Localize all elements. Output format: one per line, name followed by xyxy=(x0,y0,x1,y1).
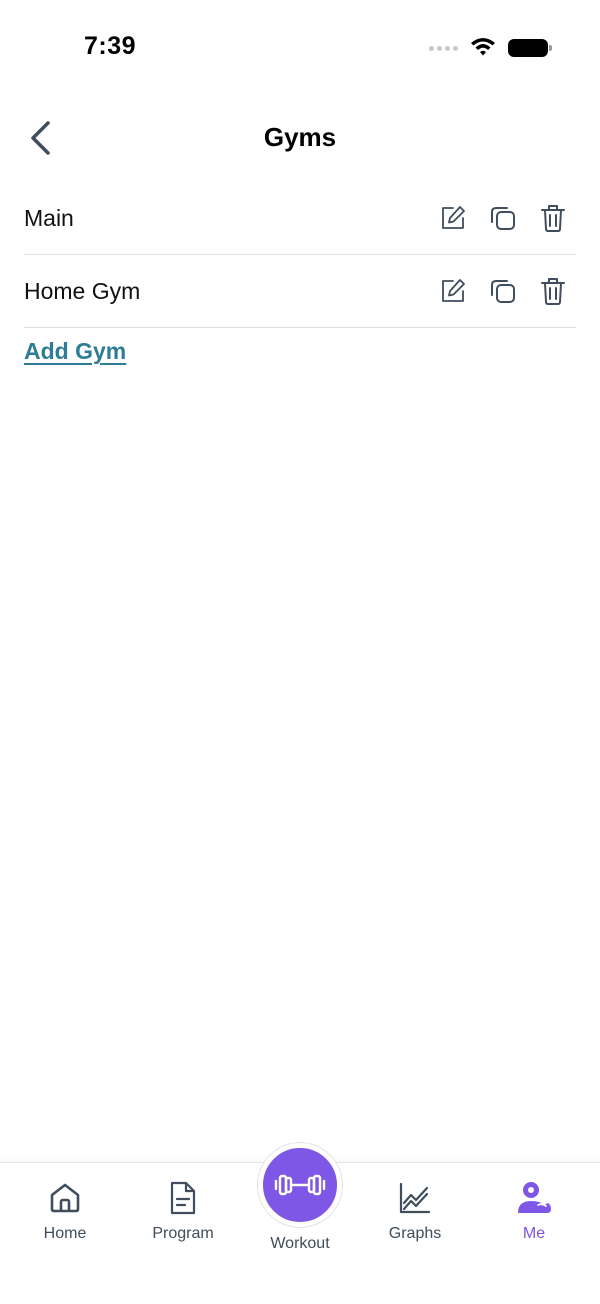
edit-icon xyxy=(442,279,465,302)
page-title: Gyms xyxy=(263,122,337,152)
bottom-tab-bar: Home Program Workout Graphs Me xyxy=(0,1143,600,1304)
copy-icon xyxy=(491,280,515,303)
add-gym-link[interactable]: Add Gym xyxy=(24,338,126,365)
row-actions xyxy=(438,203,568,233)
tab-graphs[interactable]: Graphs xyxy=(355,1181,475,1243)
row-actions xyxy=(438,276,568,306)
line-chart-icon xyxy=(399,1182,431,1214)
duplicate-button[interactable] xyxy=(488,203,518,233)
tab-me[interactable]: Me xyxy=(474,1181,594,1243)
dumbbell-icon xyxy=(274,1174,326,1196)
user-icon xyxy=(518,1182,551,1213)
gym-row[interactable]: Home Gym xyxy=(24,255,576,328)
copy-icon xyxy=(491,207,515,230)
status-time: 7:39 xyxy=(84,32,137,60)
tab-label: Home xyxy=(43,1225,87,1242)
delete-button[interactable] xyxy=(538,203,568,233)
tab-label: Me xyxy=(522,1225,546,1242)
tab-workout[interactable]: Workout xyxy=(255,1143,345,1253)
home-icon xyxy=(50,1183,80,1213)
tab-home[interactable]: Home xyxy=(5,1181,125,1243)
gym-row[interactable]: Main xyxy=(24,182,576,255)
cellular-signal-icon xyxy=(429,45,458,51)
tab-label: Workout xyxy=(270,1235,330,1252)
status-indicators xyxy=(429,38,552,58)
header: Gyms xyxy=(0,106,600,170)
wifi-icon xyxy=(471,38,495,56)
duplicate-button[interactable] xyxy=(488,276,518,306)
edit-icon xyxy=(442,206,465,229)
battery-icon xyxy=(508,39,552,57)
gym-name: Home Gym xyxy=(24,277,141,304)
gym-list: Main Home Gym xyxy=(24,182,576,328)
trash-icon xyxy=(541,278,565,305)
tab-program[interactable]: Program xyxy=(123,1181,243,1243)
status-bar: 7:39 xyxy=(0,0,600,96)
trash-icon xyxy=(541,205,565,232)
tab-label: Graphs xyxy=(388,1225,442,1242)
tab-label: Program xyxy=(152,1225,214,1242)
gym-name: Main xyxy=(24,204,74,231)
edit-button[interactable] xyxy=(438,276,468,306)
delete-button[interactable] xyxy=(538,276,568,306)
document-icon xyxy=(170,1181,196,1215)
edit-button[interactable] xyxy=(438,203,468,233)
workout-button[interactable] xyxy=(258,1143,342,1227)
